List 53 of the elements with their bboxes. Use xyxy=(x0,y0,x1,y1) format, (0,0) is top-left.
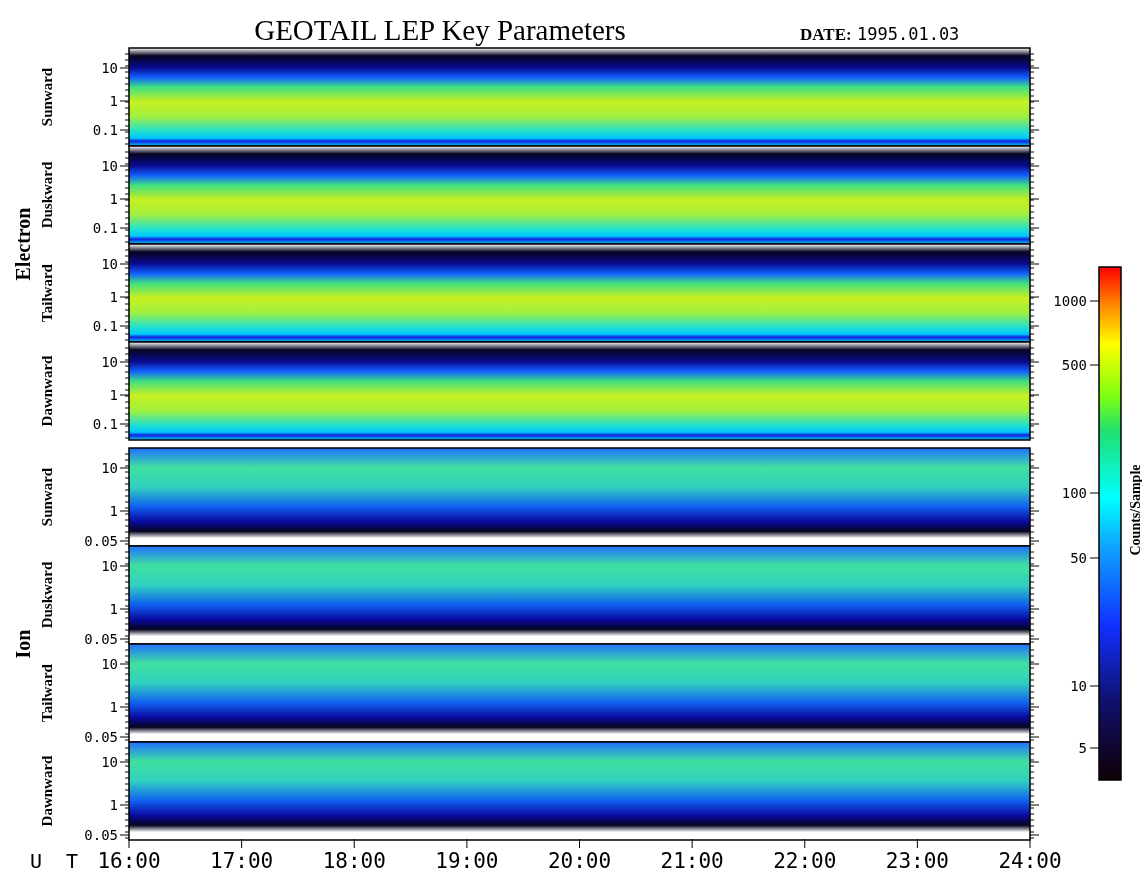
x-tick-label: 19:00 xyxy=(435,849,499,873)
channel-label: Tailward xyxy=(39,264,55,322)
y-tick-label: 0.1 xyxy=(92,416,118,432)
chart-title: GEOTAIL LEP Key Parameters xyxy=(254,14,626,46)
y-tick-label: 10 xyxy=(101,656,118,672)
y-tick-label: 1 xyxy=(109,797,118,813)
y-tick-label: 1 xyxy=(109,699,118,715)
color-scale-tick-label: 1000 xyxy=(1053,293,1087,309)
y-tick-label: 0.05 xyxy=(84,729,118,745)
y-tick-label: 1 xyxy=(109,191,118,207)
channel-label: Duskward xyxy=(39,561,55,629)
color-scale-tick-label: 500 xyxy=(1061,357,1087,373)
y-tick-label: 0.05 xyxy=(84,533,118,549)
y-tick-label: 1 xyxy=(109,289,118,305)
x-axis-label: U T xyxy=(30,849,85,873)
y-tick-label: 10 xyxy=(101,754,118,770)
channel-label: Sunward xyxy=(39,67,55,127)
color-scale-tick-label: 10 xyxy=(1070,678,1087,694)
y-tick-label: 0.05 xyxy=(84,631,118,647)
y-tick-label: 1 xyxy=(109,601,118,617)
color-scale-tick-label: 5 xyxy=(1078,740,1087,756)
y-tick-label: 1 xyxy=(109,93,118,109)
y-tick-label: 1 xyxy=(109,503,118,519)
channel-label: Dawnward xyxy=(39,755,55,827)
x-tick-label: 23:00 xyxy=(885,849,949,873)
x-tick-label: 24:00 xyxy=(998,849,1062,873)
y-tick-label: 1 xyxy=(109,387,118,403)
channel-label: Sunward xyxy=(39,467,55,527)
group-label: Electron xyxy=(12,207,34,281)
x-tick-label: 21:00 xyxy=(660,849,724,873)
x-tick-label: 17:00 xyxy=(210,849,274,873)
date-value: 1995.01.03 xyxy=(857,24,960,44)
y-tick-label: 10 xyxy=(101,256,118,272)
color-scale-tick-label: 50 xyxy=(1070,550,1087,566)
y-tick-label: 0.1 xyxy=(92,122,118,138)
channel-label: Tailward xyxy=(39,664,55,722)
y-tick-label: 10 xyxy=(101,460,118,476)
date-label: DATE: xyxy=(800,25,852,44)
color-scale-tick-label: 100 xyxy=(1061,485,1087,501)
y-tick-label: 10 xyxy=(101,158,118,174)
channel-label: Duskward xyxy=(39,161,55,229)
y-tick-label: 10 xyxy=(101,354,118,370)
group-label: Ion xyxy=(12,629,34,659)
y-tick-label: 0.1 xyxy=(92,220,118,236)
x-tick-label: 22:00 xyxy=(773,849,837,873)
y-tick-label: 0.1 xyxy=(92,318,118,334)
x-tick-label: 20:00 xyxy=(547,849,612,873)
y-tick-label: 0.05 xyxy=(84,827,118,843)
y-tick-label: 10 xyxy=(101,558,118,574)
channel-label: Dawnward xyxy=(39,355,55,427)
x-tick-label: 18:00 xyxy=(322,849,386,873)
x-tick-label: 16:00 xyxy=(97,849,161,873)
y-tick-label: 10 xyxy=(101,60,118,76)
